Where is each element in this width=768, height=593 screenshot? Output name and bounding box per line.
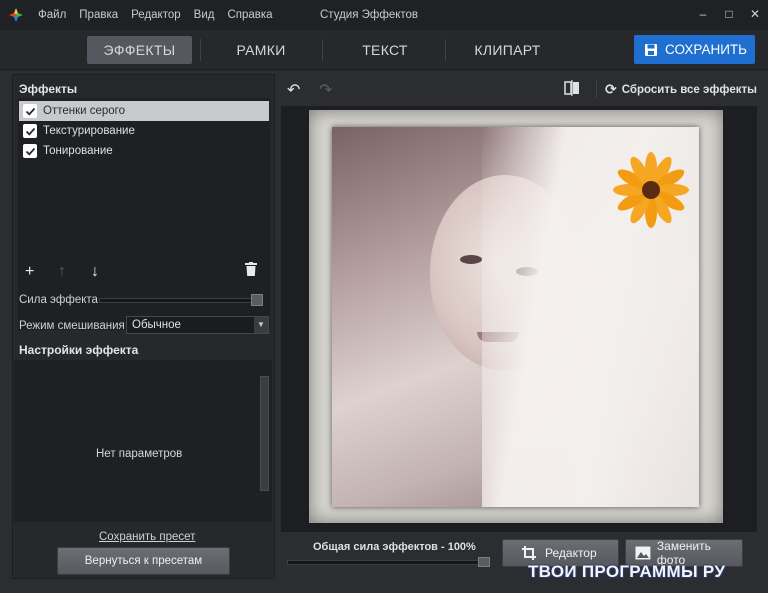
- window-title: Студия Эффектов: [320, 9, 419, 21]
- menu-editor[interactable]: Редактор: [131, 9, 181, 21]
- preview-toolbar: ↶ ↷ ⟳ Сбросить все эффекты: [283, 76, 757, 102]
- editor-button-label: Редактор: [545, 546, 597, 560]
- watermark-text: ТВОИ ПРОГРАММЫ РУ: [528, 562, 726, 581]
- list-toolbar: + ↑ ↓: [25, 262, 265, 281]
- check-icon: [25, 127, 35, 136]
- effect-label: Тонирование: [43, 145, 113, 157]
- checkbox[interactable]: [23, 144, 37, 158]
- move-down-icon[interactable]: ↓: [91, 263, 99, 281]
- effect-settings-box: Нет параметров: [14, 360, 272, 522]
- save-button[interactable]: СОХРАНИТЬ: [634, 35, 755, 64]
- redo-icon[interactable]: ↷: [319, 80, 332, 100]
- effect-label: Текстурирование: [43, 125, 135, 137]
- list-item[interactable]: Текстурирование: [19, 121, 269, 141]
- undo-icon[interactable]: ↶: [287, 80, 300, 100]
- menu-file[interactable]: Файл: [38, 9, 66, 21]
- strength-slider[interactable]: [99, 298, 261, 303]
- list-item[interactable]: Тонирование: [19, 141, 269, 161]
- nav-divider: [322, 39, 323, 61]
- nav-divider: [200, 39, 201, 61]
- refresh-icon: ⟳: [605, 81, 617, 97]
- total-strength-slider[interactable]: [287, 560, 490, 565]
- nav-divider: [445, 39, 446, 61]
- strength-slider-thumb[interactable]: [251, 294, 263, 306]
- crop-icon: [522, 546, 536, 560]
- total-strength-label: Общая сила эффектов - 100%: [313, 541, 476, 553]
- floppy-disk-icon: [645, 43, 657, 56]
- photo-frame: [309, 110, 723, 523]
- strength-label: Сила эффекта: [19, 294, 98, 306]
- check-icon: [25, 107, 35, 116]
- menu-bar: Файл Правка Редактор Вид Справка: [38, 0, 286, 30]
- menu-help[interactable]: Справка: [227, 9, 272, 21]
- add-icon[interactable]: +: [25, 263, 34, 281]
- maximize-icon[interactable]: □: [722, 6, 736, 22]
- effects-panel: Эффекты Оттенки серого Текстурирование Т…: [12, 74, 275, 579]
- checkbox[interactable]: [23, 124, 37, 138]
- back-to-presets-button[interactable]: Вернуться к пресетам: [57, 547, 230, 575]
- save-preset-link[interactable]: Сохранить пресет: [99, 531, 195, 543]
- photo-eye: [460, 255, 482, 264]
- window-controls: – □ ✕: [696, 6, 762, 22]
- tab-effects[interactable]: ЭФФЕКТЫ: [87, 36, 192, 64]
- reset-effects-button[interactable]: ⟳ Сбросить все эффекты: [605, 81, 757, 98]
- no-params-text: Нет параметров: [96, 448, 183, 460]
- compare-icon[interactable]: [563, 79, 581, 97]
- photo-preview: [332, 127, 699, 507]
- effects-title: Эффекты: [19, 82, 78, 96]
- close-icon[interactable]: ✕: [748, 6, 762, 22]
- trash-icon[interactable]: [245, 262, 257, 281]
- blend-mode-value: Обычное: [132, 319, 181, 331]
- blend-mode-label: Режим смешивания: [19, 320, 125, 332]
- total-strength-slider-thumb[interactable]: [478, 557, 490, 567]
- menu-edit[interactable]: Правка: [79, 9, 118, 21]
- chevron-down-icon[interactable]: ▼: [254, 317, 268, 333]
- flower-clipart-icon: [613, 152, 689, 228]
- save-button-label: СОХРАНИТЬ: [665, 42, 748, 57]
- title-bar: Файл Правка Редактор Вид Справка Студия …: [0, 0, 768, 30]
- tab-frames[interactable]: РАМКИ: [220, 36, 302, 64]
- tab-text[interactable]: ТЕКСТ: [345, 36, 425, 64]
- effect-label: Оттенки серого: [43, 105, 126, 117]
- check-icon: [25, 147, 35, 156]
- blend-mode-select[interactable]: Обычное ▼: [126, 316, 269, 334]
- tab-clipart[interactable]: КЛИПАРТ: [465, 36, 550, 64]
- settings-title: Настройки эффекта: [19, 343, 139, 357]
- reset-effects-label: Сбросить все эффекты: [621, 83, 757, 96]
- app-logo-icon: [9, 8, 23, 22]
- list-item[interactable]: Оттенки серого: [19, 101, 269, 121]
- minimize-icon[interactable]: –: [696, 6, 710, 22]
- toolbar-divider: [596, 80, 597, 98]
- checkbox[interactable]: [23, 104, 37, 118]
- menu-view[interactable]: Вид: [194, 9, 215, 21]
- image-icon: [635, 546, 651, 560]
- move-up-icon[interactable]: ↑: [58, 263, 66, 281]
- settings-scrollbar[interactable]: [260, 376, 269, 491]
